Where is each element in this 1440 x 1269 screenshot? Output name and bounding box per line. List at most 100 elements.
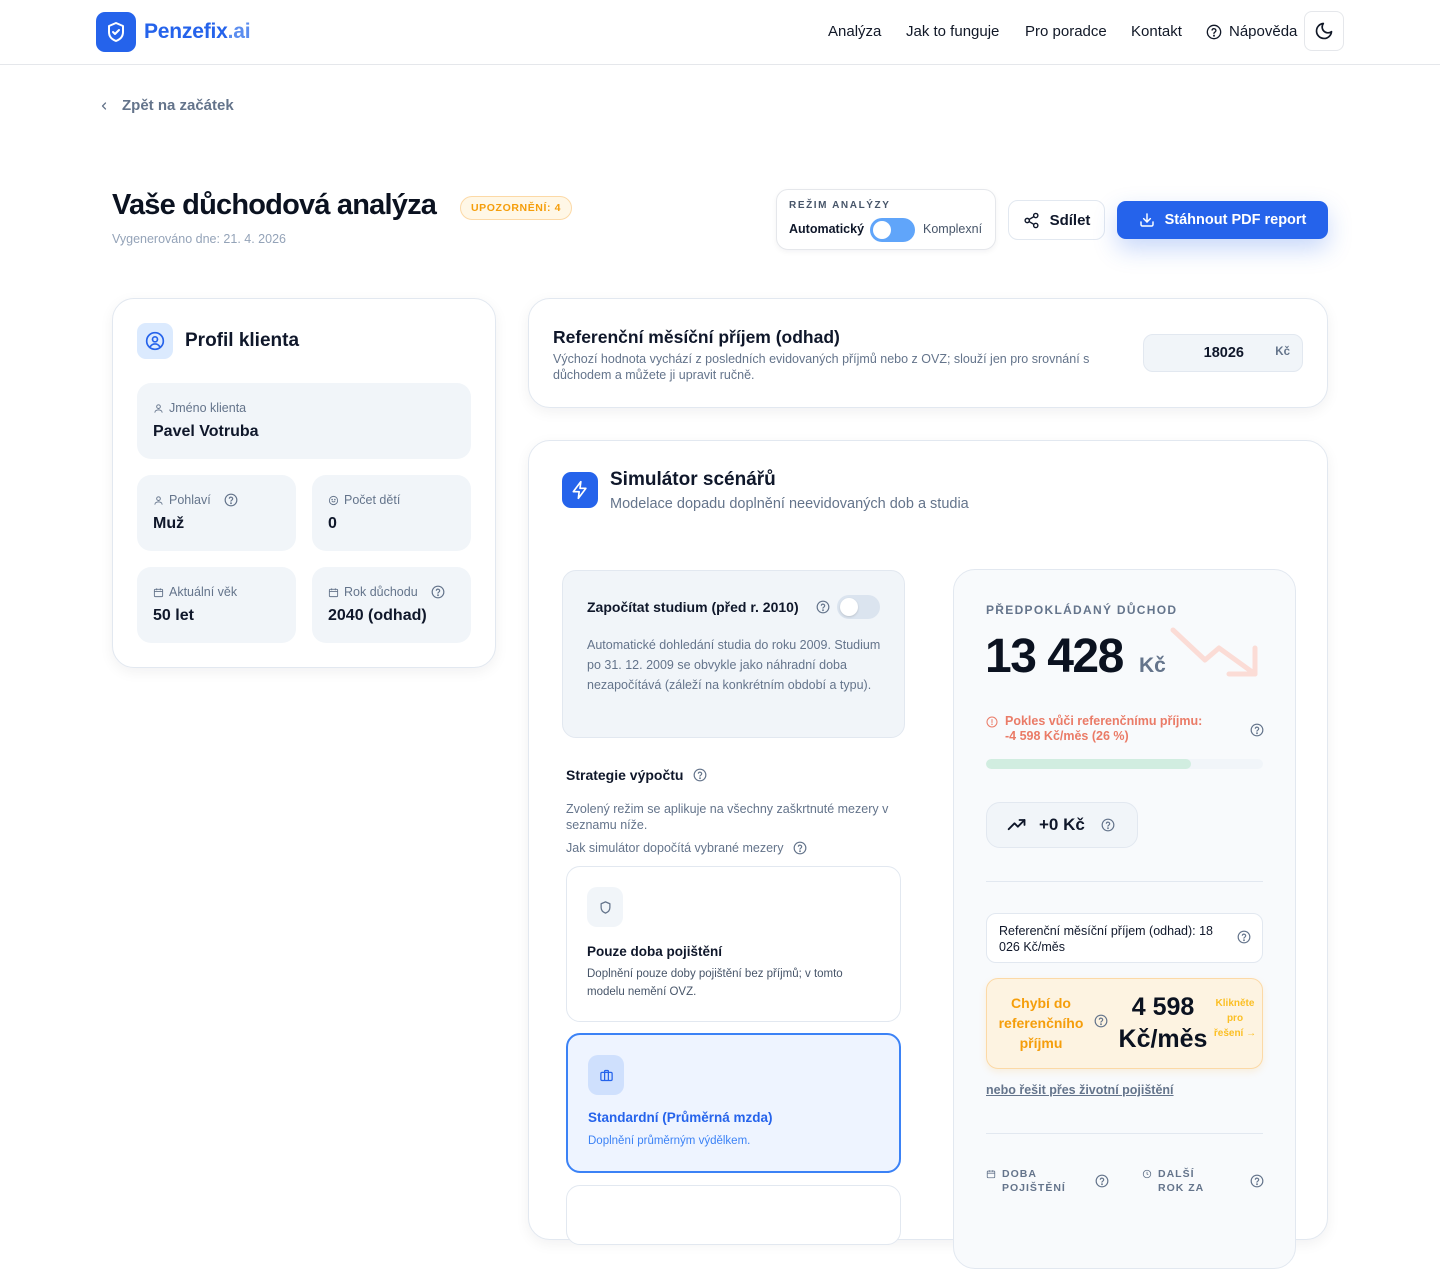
pension-ratio-fill bbox=[986, 759, 1191, 769]
pension-ratio-bar bbox=[986, 759, 1263, 769]
clock-icon bbox=[1142, 1169, 1152, 1195]
help-circle-icon[interactable] bbox=[431, 585, 445, 599]
help-circle-icon[interactable] bbox=[1237, 930, 1251, 944]
income-gap-card[interactable]: Chybí do referenčního příjmu 4 598 Kč/mě… bbox=[986, 978, 1263, 1069]
strategy-option-standard[interactable]: Standardní (Průměrná mzda) Doplnění prům… bbox=[566, 1033, 901, 1173]
calendar-icon bbox=[328, 587, 339, 598]
analysis-mode-label: REŽIM ANALÝZY bbox=[789, 200, 891, 211]
income-gap-amount: 4 598 Kč/měs bbox=[1118, 993, 1208, 1053]
scenario-simulator-card: Simulátor scénářů Modelace dopadu doplně… bbox=[528, 440, 1328, 1269]
option-description: Doplnění průměrným výdělkem. bbox=[588, 1135, 751, 1147]
next-year-stat: DALŠÍ ROK ZA bbox=[1142, 1167, 1222, 1195]
life-insurance-link[interactable]: nebo řešit přes životní pojištění bbox=[986, 1083, 1174, 1097]
download-pdf-label: Stáhnout PDF report bbox=[1164, 212, 1307, 228]
reference-income-value: 18026 bbox=[1203, 345, 1244, 361]
income-drop-warning: Pokles vůči referenčnímu příjmu: -4 598 … bbox=[986, 714, 1215, 744]
insurance-period-stat: DOBA POJIŠTĚNÍ bbox=[986, 1167, 1066, 1195]
retirement-year-field: Rok důchodu 2040 (odhad) bbox=[312, 567, 471, 643]
study-description: Automatické dohledání studia do roku 200… bbox=[587, 638, 881, 692]
expected-pension-currency: Kč bbox=[1139, 654, 1166, 677]
children-count-label: Počet dětí bbox=[344, 493, 401, 507]
share-icon bbox=[1023, 212, 1040, 229]
reference-income-input[interactable]: 18026 Kč bbox=[1143, 334, 1303, 372]
nav-link-help[interactable]: Nápověda bbox=[1206, 23, 1297, 40]
divider bbox=[986, 1133, 1263, 1134]
alert-circle-icon bbox=[986, 716, 998, 744]
retirement-year-value: 2040 (odhad) bbox=[328, 607, 427, 624]
mode-option-automatic[interactable]: Automatický bbox=[789, 222, 864, 236]
help-circle-icon[interactable] bbox=[1101, 818, 1115, 832]
page-title: Vaše důchodová analýza bbox=[112, 189, 437, 221]
study-title: Započítat studium (před r. 2010) bbox=[587, 599, 799, 615]
next-year-label: DALŠÍ ROK ZA bbox=[1158, 1168, 1205, 1194]
strategy-how-row: Jak simulátor dopočítá vybrané mezery bbox=[566, 841, 807, 855]
simulator-subtitle: Modelace dopadu doplnění neevidovaných d… bbox=[610, 496, 969, 512]
help-circle-icon[interactable] bbox=[793, 841, 807, 855]
reference-income-summary: Referenční měsíční příjem (odhad): 18 02… bbox=[986, 913, 1263, 963]
analysis-mode-toggle[interactable] bbox=[870, 218, 915, 242]
retirement-year-label: Rok důchodu bbox=[344, 585, 418, 599]
calendar-icon bbox=[986, 1169, 996, 1195]
mode-option-complex[interactable]: Komplexní bbox=[923, 222, 982, 236]
user-icon bbox=[153, 495, 164, 506]
simulator-title: Simulátor scénářů bbox=[610, 469, 776, 490]
back-label: Zpět na začátek bbox=[122, 97, 234, 114]
divider bbox=[986, 881, 1263, 882]
toggle-knob bbox=[873, 221, 891, 239]
moon-icon bbox=[1314, 21, 1334, 41]
download-pdf-button[interactable]: Stáhnout PDF report bbox=[1117, 201, 1328, 239]
strategy-option-insurance-only[interactable]: Pouze doba pojištění Doplnění pouze doby… bbox=[566, 866, 901, 1022]
study-toggle[interactable] bbox=[837, 595, 880, 619]
expected-pension-label: PŘEDPOKLÁDANÝ DŮCHOD bbox=[986, 603, 1178, 617]
toggle-knob bbox=[840, 598, 858, 616]
top-navigation-bar: Penzefix.ai Analýza Jak to funguje Pro p… bbox=[0, 0, 1440, 65]
reference-income-summary-text: Referenční měsíční příjem (odhad): 18 02… bbox=[999, 924, 1213, 954]
children-count-field: Počet dětí 0 bbox=[312, 475, 471, 551]
back-link[interactable]: Zpět na začátek bbox=[98, 97, 234, 114]
share-label: Sdílet bbox=[1049, 211, 1091, 229]
nav-link-how-it-works[interactable]: Jak to funguje bbox=[906, 23, 999, 40]
strategy-heading: Strategie výpočtu bbox=[566, 767, 707, 783]
option-title: Pouze doba pojištění bbox=[587, 944, 723, 959]
trending-up-icon bbox=[1007, 815, 1027, 835]
theme-toggle-button[interactable] bbox=[1304, 11, 1344, 51]
nav-link-contact[interactable]: Kontakt bbox=[1131, 23, 1182, 40]
income-gap-cta[interactable]: Klikněte pro řešení → bbox=[1213, 996, 1257, 1041]
reference-income-description: Výchozí hodnota vychází z posledních evi… bbox=[553, 352, 1090, 382]
nav-link-for-advisors[interactable]: Pro poradce bbox=[1025, 23, 1107, 40]
download-icon bbox=[1139, 212, 1155, 228]
help-circle-icon bbox=[1206, 24, 1222, 40]
current-age-label: Aktuální věk bbox=[169, 585, 238, 599]
help-circle-icon[interactable] bbox=[1095, 1174, 1109, 1188]
profile-title: Profil klienta bbox=[185, 330, 300, 351]
reference-income-title: Referenční měsíční příjem (odhad) bbox=[553, 327, 840, 347]
strategy-title: Strategie výpočtu bbox=[566, 767, 684, 783]
share-button[interactable]: Sdílet bbox=[1008, 200, 1105, 240]
strategy-how-label: Jak simulátor dopočítá vybrané mezery bbox=[566, 841, 784, 855]
reference-income-currency: Kč bbox=[1275, 346, 1290, 358]
help-circle-icon[interactable] bbox=[1250, 723, 1264, 737]
help-circle-icon[interactable] bbox=[1094, 1014, 1108, 1028]
calendar-icon bbox=[153, 587, 164, 598]
client-name-field: Jméno klienta Pavel Votruba bbox=[137, 383, 471, 459]
help-circle-icon[interactable] bbox=[1250, 1174, 1264, 1188]
shield-logo-icon[interactable] bbox=[96, 12, 136, 52]
help-circle-icon[interactable] bbox=[816, 600, 830, 614]
client-name-label: Jméno klienta bbox=[169, 401, 247, 415]
brand-logo-text[interactable]: Penzefix.ai bbox=[144, 20, 251, 44]
help-circle-icon[interactable] bbox=[693, 768, 707, 782]
strategy-description: Zvolený režim se aplikuje na všechny zaš… bbox=[566, 802, 889, 832]
nav-link-analysis[interactable]: Analýza bbox=[828, 23, 881, 40]
option-title: Standardní (Průměrná mzda) bbox=[588, 1110, 773, 1125]
help-label: Nápověda bbox=[1229, 23, 1298, 40]
insurance-period-label: DOBA POJIŠTĚNÍ bbox=[1002, 1168, 1066, 1194]
trending-down-icon bbox=[1170, 626, 1262, 678]
help-circle-icon[interactable] bbox=[224, 493, 238, 507]
client-name-value: Pavel Votruba bbox=[153, 423, 259, 440]
warnings-badge[interactable]: UPOZORNĚNÍ: 4 bbox=[460, 196, 573, 220]
generated-date: Vygenerováno dne: 21. 4. 2026 bbox=[112, 232, 286, 246]
chevron-left-icon bbox=[98, 100, 110, 112]
income-gap-label: Chybí do referenčního příjmu bbox=[998, 995, 1084, 1051]
strategy-option-third[interactable] bbox=[566, 1185, 901, 1245]
gender-value: Muž bbox=[153, 515, 185, 532]
